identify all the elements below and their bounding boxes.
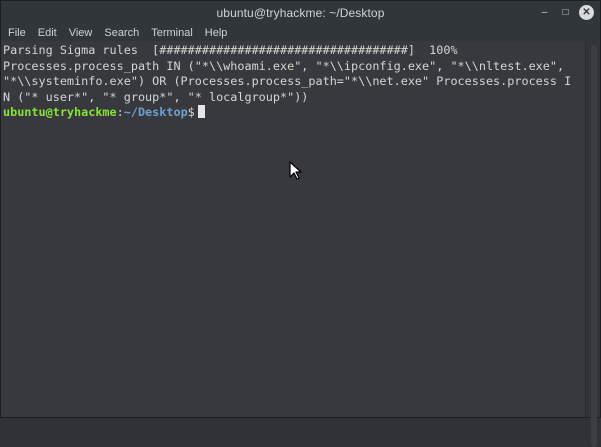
terminal-line: N ("* user*", "* group*", "* localgroup*… — [3, 89, 309, 104]
maximize-icon: □ — [562, 6, 569, 18]
maximize-button[interactable]: □ — [558, 5, 573, 20]
terminal-line: "*\\systeminfo.exe") OR (Processes.proce… — [3, 74, 572, 88]
menu-view[interactable]: View — [63, 27, 99, 39]
prompt-path: ~/Desktop — [123, 105, 188, 119]
minimize-button[interactable]: – — [537, 5, 552, 20]
menu-help[interactable]: Help — [199, 27, 234, 39]
menu-bar: File Edit View Search Terminal Help — [1, 25, 600, 41]
title-bar[interactable]: ubuntu@tryhackme: ~/Desktop – □ ✕ — [1, 1, 600, 25]
close-button[interactable]: ✕ — [579, 5, 594, 20]
terminal-window: ubuntu@tryhackme: ~/Desktop – □ ✕ File E… — [0, 0, 601, 447]
menu-terminal[interactable]: Terminal — [145, 27, 199, 39]
prompt-line: ubuntu@tryhackme:~/Desktop$ — [3, 105, 571, 121]
terminal-line: Parsing Sigma rules [###################… — [3, 43, 458, 57]
mouse-pointer-icon — [289, 161, 303, 186]
prompt-user-host: ubuntu@tryhackme — [3, 105, 117, 119]
menu-edit[interactable]: Edit — [32, 27, 63, 39]
terminal-scrollbar[interactable] — [585, 41, 600, 447]
text-cursor — [197, 105, 205, 118]
window-title: ubuntu@tryhackme: ~/Desktop — [216, 6, 385, 20]
prompt-symbol: $ — [187, 105, 195, 119]
minimize-icon: – — [541, 6, 548, 18]
terminal-line: Processes.process_path IN ("*\\whoami.ex… — [3, 58, 565, 73]
window-controls: – □ ✕ — [537, 5, 594, 20]
terminal-output-area[interactable]: Parsing Sigma rules [###################… — [1, 41, 586, 417]
prompt-separator: : — [116, 105, 124, 119]
scrollbar-thumb[interactable] — [591, 45, 597, 447]
close-icon: ✕ — [582, 6, 591, 18]
menu-search[interactable]: Search — [98, 27, 145, 39]
menu-file[interactable]: File — [1, 27, 32, 39]
terminal-text: Parsing Sigma rules [###################… — [3, 43, 571, 121]
